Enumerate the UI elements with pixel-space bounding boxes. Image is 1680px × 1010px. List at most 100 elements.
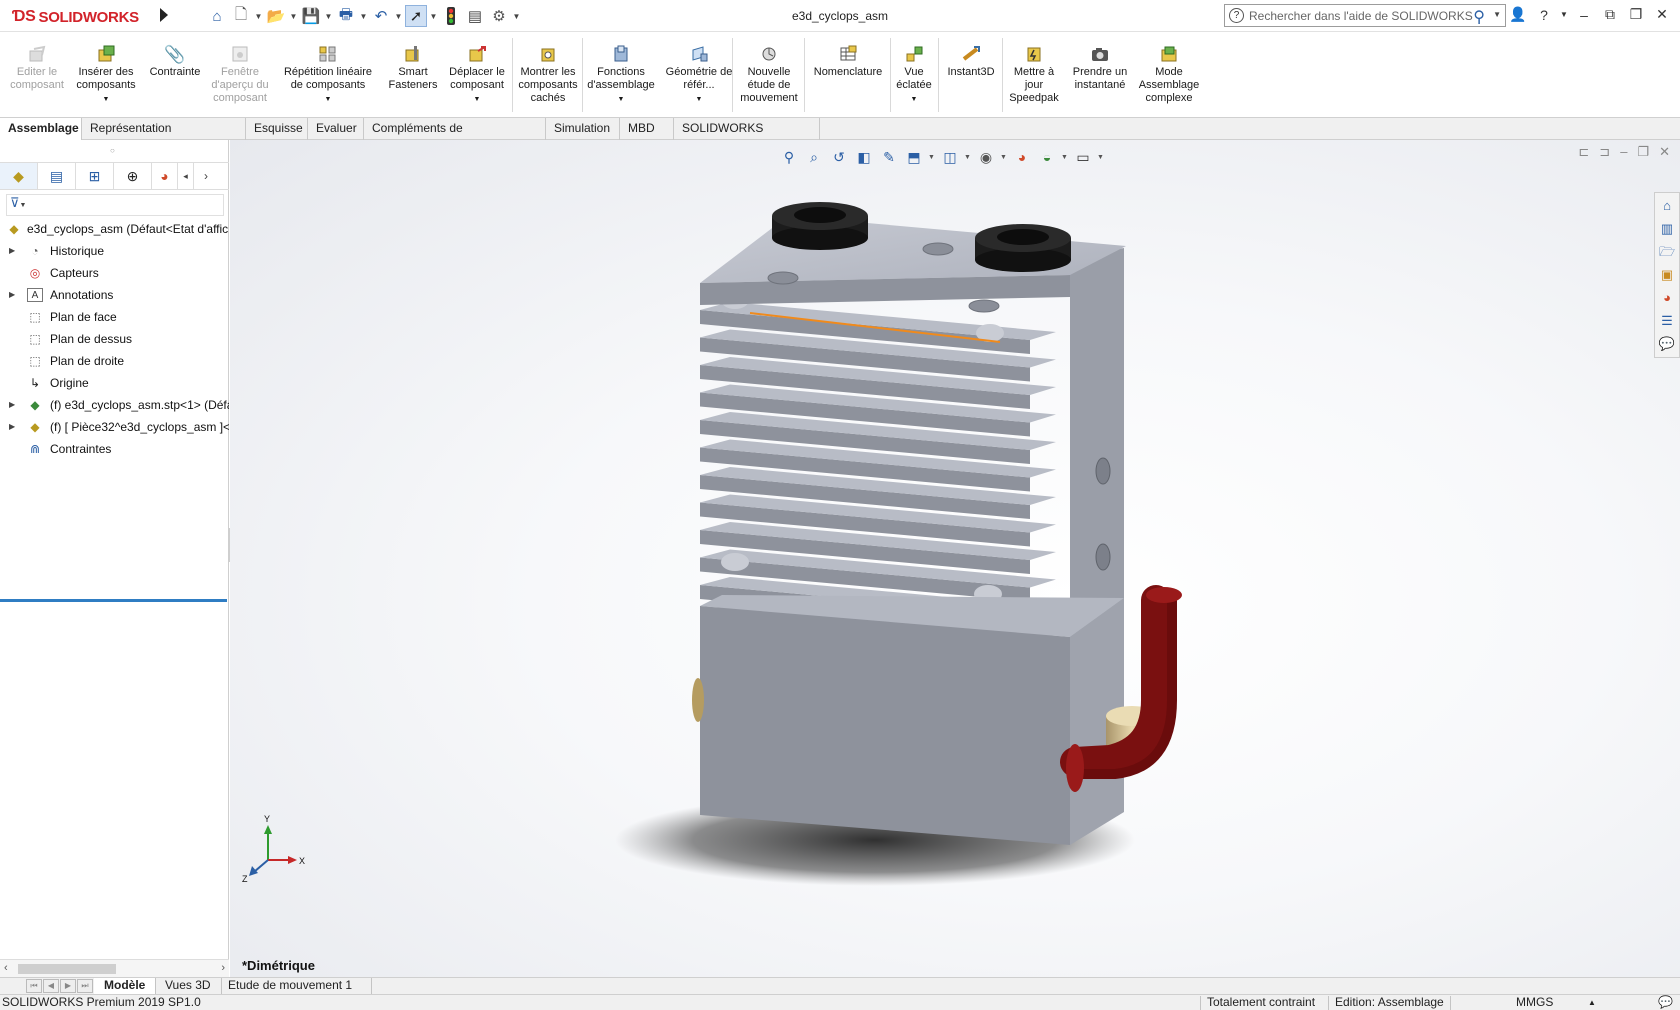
minimize-icon[interactable]: – [1574,7,1594,23]
move-component-dropdown-icon[interactable]: ▼ [474,93,481,106]
solidworks-logo[interactable]: ƊS SOLIDWORKS [12,6,139,28]
scrollbar-thumb[interactable] [18,964,116,974]
configurationmanager-tab-icon[interactable]: ⊞ [76,163,114,189]
tree-item-plan-de-droite[interactable]: ⬚ Plan de droite [0,350,229,372]
assembly-features-dropdown-icon[interactable]: ▼ [618,93,625,106]
take-snapshot-button[interactable]: Prendre un instantané [1068,44,1132,92]
rollback-bar[interactable] [0,599,227,602]
exploded-view-button[interactable]: Vue éclatée ▼ [892,44,936,106]
tree-item-contraintes[interactable]: ⋒ Contraintes [0,438,229,460]
assembly-features-button[interactable]: Fonctions d'assemblage ▼ [586,44,656,106]
new-document-icon[interactable]: 🗋 [230,5,252,27]
update-speedpak-button[interactable]: Mettre à jour Speedpak [1004,44,1064,105]
undo-icon[interactable]: ↶ [370,5,392,27]
tab-esquisse[interactable]: Esquisse [246,118,308,140]
move-component-button[interactable]: Déplacer le composant ▼ [444,44,510,106]
prev-tab-icon[interactable]: ◀ [43,979,59,993]
file-properties-icon[interactable]: ▤ [464,5,486,27]
instant3d-button[interactable]: Instant3D [942,44,1000,79]
expand-arrow-icon[interactable]: ▶ [9,416,15,438]
tab-simulation[interactable]: Simulation [546,118,620,140]
tree-item-capteurs[interactable]: ◎ Capteurs [0,262,229,284]
tile-windows-icon[interactable]: ⧉ [1600,6,1620,23]
propertymanager-tab-icon[interactable]: ▤ [38,163,76,189]
expand-arrow-icon[interactable]: ▶ [9,240,15,262]
first-tab-icon[interactable]: ⏮ [26,979,42,993]
tab-modele[interactable]: Modèle [94,978,157,994]
search-input[interactable]: Rechercher dans l'aide de SOLIDWORKS [1249,9,1473,23]
tab-assemblage[interactable]: Assemblage [0,118,82,141]
restore-icon[interactable]: ❐ [1626,6,1646,23]
horizontal-scrollbar[interactable]: ‹ › [0,959,229,977]
linear-component-pattern-button[interactable]: Répétition linéaire de composants ▼ [278,44,378,106]
show-hidden-components-button[interactable]: Montrer les composants cachés [516,44,580,105]
select-dropdown-icon[interactable]: ▼ [429,12,438,21]
edit-component-button[interactable]: Editer le composant [6,44,68,92]
save-dropdown-icon[interactable]: ▼ [324,12,333,21]
tab-etude-de-mouvement[interactable]: Etude de mouvement 1 [218,978,372,994]
tab-representation-schematique[interactable]: Représentation schématique [82,118,246,156]
tree-item-plan-de-dessus[interactable]: ⬚ Plan de dessus [0,328,229,350]
bill-of-materials-button[interactable]: Nomenclature [808,44,888,79]
featuremanager-tab-icon[interactable]: ◆ [0,163,38,189]
menu-expand-icon[interactable] [160,8,168,22]
open-dropdown-icon[interactable]: ▼ [289,12,298,21]
print-dropdown-icon[interactable]: ▼ [359,12,368,21]
insert-components-dropdown-icon[interactable]: ▼ [103,93,110,106]
tabs-scroll-right-icon[interactable]: › [194,163,218,189]
help-dropdown-icon[interactable]: ▼ [1560,10,1568,19]
filter-dropdown-icon[interactable]: ▼ [20,202,27,209]
graphics-area[interactable]: ⚲ ⌕ ↺ ◧ ✎ ⬒ ▼ ◫ ▼ ◉ ▼ ◕ ◒ ▼ ▭ ▼ ⊏ ⊐ – ❐ … [230,140,1680,977]
status-units[interactable]: MMGS [1516,995,1553,1010]
last-tab-icon[interactable]: ⏭ [77,979,93,993]
tab-evaluer[interactable]: Evaluer [308,118,364,140]
expand-arrow-icon[interactable]: ▶ [9,394,15,416]
scroll-left-icon[interactable]: ‹ [4,962,8,974]
scroll-right-icon[interactable]: › [221,962,225,974]
tree-item-annotations[interactable]: ▶ A Annotations [0,284,229,306]
undo-dropdown-icon[interactable]: ▼ [394,12,403,21]
reference-geometry-dropdown-icon[interactable]: ▼ [696,93,703,106]
tab-solidworks-inspection[interactable]: SOLIDWORKS Inspection [674,118,820,156]
new-motion-study-button[interactable]: Nouvelle étude de mouvement [736,44,802,105]
filter-icon[interactable]: ⊽ [10,195,20,210]
new-dropdown-icon[interactable]: ▼ [254,12,263,21]
tab-mbd[interactable]: MBD [620,118,674,140]
exploded-view-dropdown-icon[interactable]: ▼ [911,93,918,106]
tree-root-assembly[interactable]: ◆ e3d_cyclops_asm (Défaut<Etat d'affic [0,218,229,240]
tab-complements[interactable]: Compléments de SOLIDWORKS [364,118,546,156]
help-search-box[interactable]: ? Rechercher dans l'aide de SOLIDWORKS ⚲… [1224,4,1506,27]
search-dropdown-icon[interactable]: ▼ [1493,10,1501,19]
open-folder-icon[interactable]: 📂 [265,5,287,27]
3d-model-e3d-cyclops[interactable]: Y X Z [230,140,1680,977]
options-gear-icon[interactable]: ⚙ [488,5,510,27]
component-preview-window-button[interactable]: Fenêtre d'aperçu du composant [206,44,274,105]
large-assembly-mode-button[interactable]: Mode Assemblage complexe [1134,44,1204,105]
linear-pattern-dropdown-icon[interactable]: ▼ [325,93,332,106]
tree-item-origine[interactable]: ↳ Origine [0,372,229,394]
rebuild-traffic-light-icon[interactable] [440,5,462,27]
panel-grip-icon[interactable]: ○ [110,146,115,155]
expand-arrow-icon[interactable]: ▶ [9,284,15,306]
save-icon[interactable]: 💾 [300,5,322,27]
dimxpertmanager-tab-icon[interactable]: ⊕ [114,163,152,189]
units-dropdown-icon[interactable]: ▲ [1588,995,1596,1010]
select-pointer-icon[interactable]: ➚ [405,5,427,27]
reference-geometry-button[interactable]: Géométrie de référ... ▼ [664,44,734,106]
tree-item-plan-de-face[interactable]: ⬚ Plan de face [0,306,229,328]
home-icon[interactable]: ⌂ [206,5,228,27]
tree-item-part[interactable]: ▶ ◆ (f) [ Pièce32^e3d_cyclops_asm ]< [0,416,229,438]
options-dropdown-icon[interactable]: ▼ [512,12,521,21]
rebuild-comments-icon[interactable]: 💬 [1658,995,1673,1010]
next-tab-icon[interactable]: ▶ [60,979,76,993]
smart-fasteners-button[interactable]: Smart Fasteners [384,44,442,92]
user-account-icon[interactable]: 👤 [1508,6,1528,23]
help-icon[interactable]: ? [1534,7,1554,23]
displaymanager-tab-icon[interactable]: ◕ [152,163,178,189]
tree-item-subassembly[interactable]: ▶ ◆ (f) e3d_cyclops_asm.stp<1> (Défa [0,394,229,416]
mate-button[interactable]: 📎 Contrainte [146,44,204,79]
print-icon[interactable]: 🖶 [335,5,357,27]
tree-item-historique[interactable]: ▶ ◔ Historique [0,240,229,262]
close-icon[interactable]: ✕ [1652,6,1672,23]
tree-filter[interactable]: ⊽▼ [6,194,224,216]
